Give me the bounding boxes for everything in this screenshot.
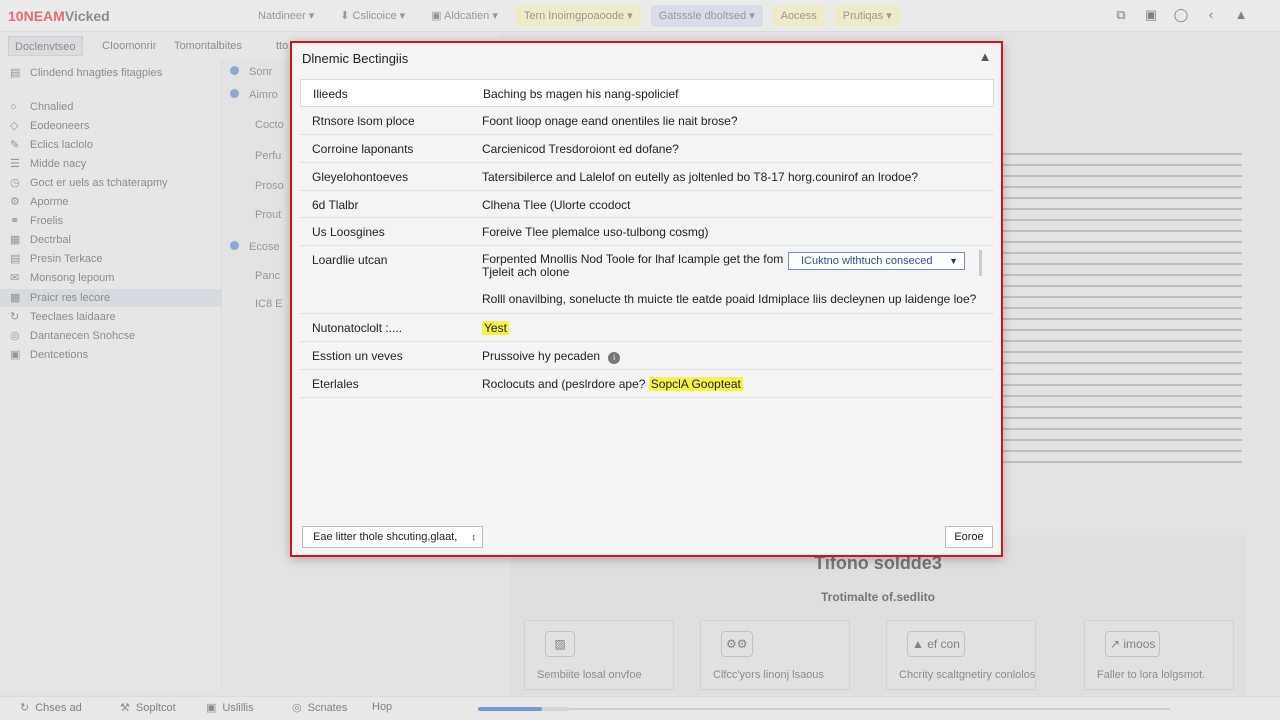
settings-row-value: Foreive Tlee plemalce uso-tulbong cosmg) bbox=[482, 225, 709, 239]
settings-row[interactable]: Eterlales Roclocuts and (peslrdore ape? … bbox=[300, 370, 994, 398]
settings-row[interactable]: Rtnsore lsom ploce Foont lioop onage ean… bbox=[300, 107, 994, 135]
settings-row[interactable]: Loardlie utcan Forpented Mnollis Nod Too… bbox=[300, 246, 994, 314]
dialog-title: Dlnemic Bectingiis bbox=[302, 51, 409, 66]
settings-row-value: Baching bs magen his nang-spolicief bbox=[483, 87, 679, 101]
settings-row-label: Ilieeds bbox=[313, 87, 348, 101]
settings-row-label: Esstion un veves bbox=[312, 349, 403, 363]
settings-row-value: Tatersibilerce and Lalelof on eutelly as… bbox=[482, 170, 919, 184]
settings-row-value-text: Prussoive hy pecaden bbox=[482, 349, 601, 363]
settings-row-value: Yest bbox=[482, 321, 509, 335]
settings-row-label: Gleyelohontoeves bbox=[312, 170, 409, 184]
collapse-icon[interactable]: ▲ bbox=[977, 49, 993, 65]
settings-row-value-line: Tjeleit ach olone bbox=[482, 265, 570, 279]
footer-select-value: Eae litter thole shcuting,glaat, bbox=[313, 531, 458, 543]
option-select-value: ICuktno wlthtuch conseced bbox=[801, 255, 933, 267]
settings-row-label: Us Loosgines bbox=[312, 225, 385, 239]
settings-row-value: Forpented Mnollis Nod Toole for lhaf Ica… bbox=[482, 253, 783, 279]
settings-row-label: Rtnsore lsom ploce bbox=[312, 114, 415, 128]
settings-row[interactable]: Nutonatoclolt :.... Yest bbox=[300, 314, 994, 342]
highlighted-badge[interactable]: SopclA Goopteat bbox=[648, 377, 743, 391]
settings-row-value: Foont lioop onage eand onentiles lie nai… bbox=[482, 114, 738, 128]
settings-dialog: Dlnemic Bectingiis ▲ Ilieeds Baching bs … bbox=[290, 41, 1003, 557]
settings-row[interactable]: Corroine laponants Carcienicod Tresdoroi… bbox=[300, 135, 994, 163]
settings-row-value: Clhena Tlee (Ulorte ccodoct bbox=[482, 198, 631, 212]
info-icon[interactable]: i bbox=[608, 352, 621, 364]
settings-row-label: 6d Tlalbr bbox=[312, 198, 359, 212]
settings-row[interactable]: 6d Tlalbr Clhena Tlee (Ulorte ccodoct bbox=[300, 191, 994, 218]
settings-row-label: Nutonatoclolt :.... bbox=[312, 321, 403, 335]
highlighted-value: Yest bbox=[482, 321, 509, 335]
dialog-header: Dlnemic Bectingiis ▲ bbox=[292, 43, 1001, 73]
settings-row[interactable]: Ilieeds Baching bs magen his nang-spolic… bbox=[300, 79, 994, 107]
chevron-down-icon: ▼ bbox=[949, 256, 958, 266]
footer-select[interactable]: Eae litter thole shcuting,glaat, ↕ bbox=[302, 526, 483, 548]
settings-row[interactable]: Gleyelohontoeves Tatersibilerce and Lale… bbox=[300, 163, 994, 191]
footer-button[interactable]: Eoroe bbox=[945, 526, 993, 548]
settings-row-value: Roclocuts and (peslrdore ape? SopclA Goo… bbox=[482, 377, 743, 391]
chevron-updown-icon: ↕ bbox=[471, 532, 477, 542]
row-scrollbar[interactable] bbox=[979, 250, 982, 276]
settings-row-value: Carcienicod Tresdoroiont ed dofane? bbox=[482, 142, 679, 156]
settings-row-label: Corroine laponants bbox=[312, 142, 414, 156]
settings-row[interactable]: Us Loosgines Foreive Tlee plemalce uso-t… bbox=[300, 218, 994, 246]
settings-row-value: Prussoive hy pecaden i bbox=[482, 349, 621, 364]
settings-row[interactable]: Esstion un veves Prussoive hy pecaden i bbox=[300, 342, 994, 370]
settings-row-label: Eterlales bbox=[312, 377, 359, 391]
option-select[interactable]: ICuktno wlthtuch conseced ▼ bbox=[788, 252, 965, 270]
settings-row-value-text: Roclocuts and (peslrdore ape? bbox=[482, 377, 646, 391]
settings-row-label: Loardlie utcan bbox=[312, 253, 388, 267]
settings-row-value: Rolll onavilbing, sonelucte th muicte tl… bbox=[482, 292, 977, 306]
